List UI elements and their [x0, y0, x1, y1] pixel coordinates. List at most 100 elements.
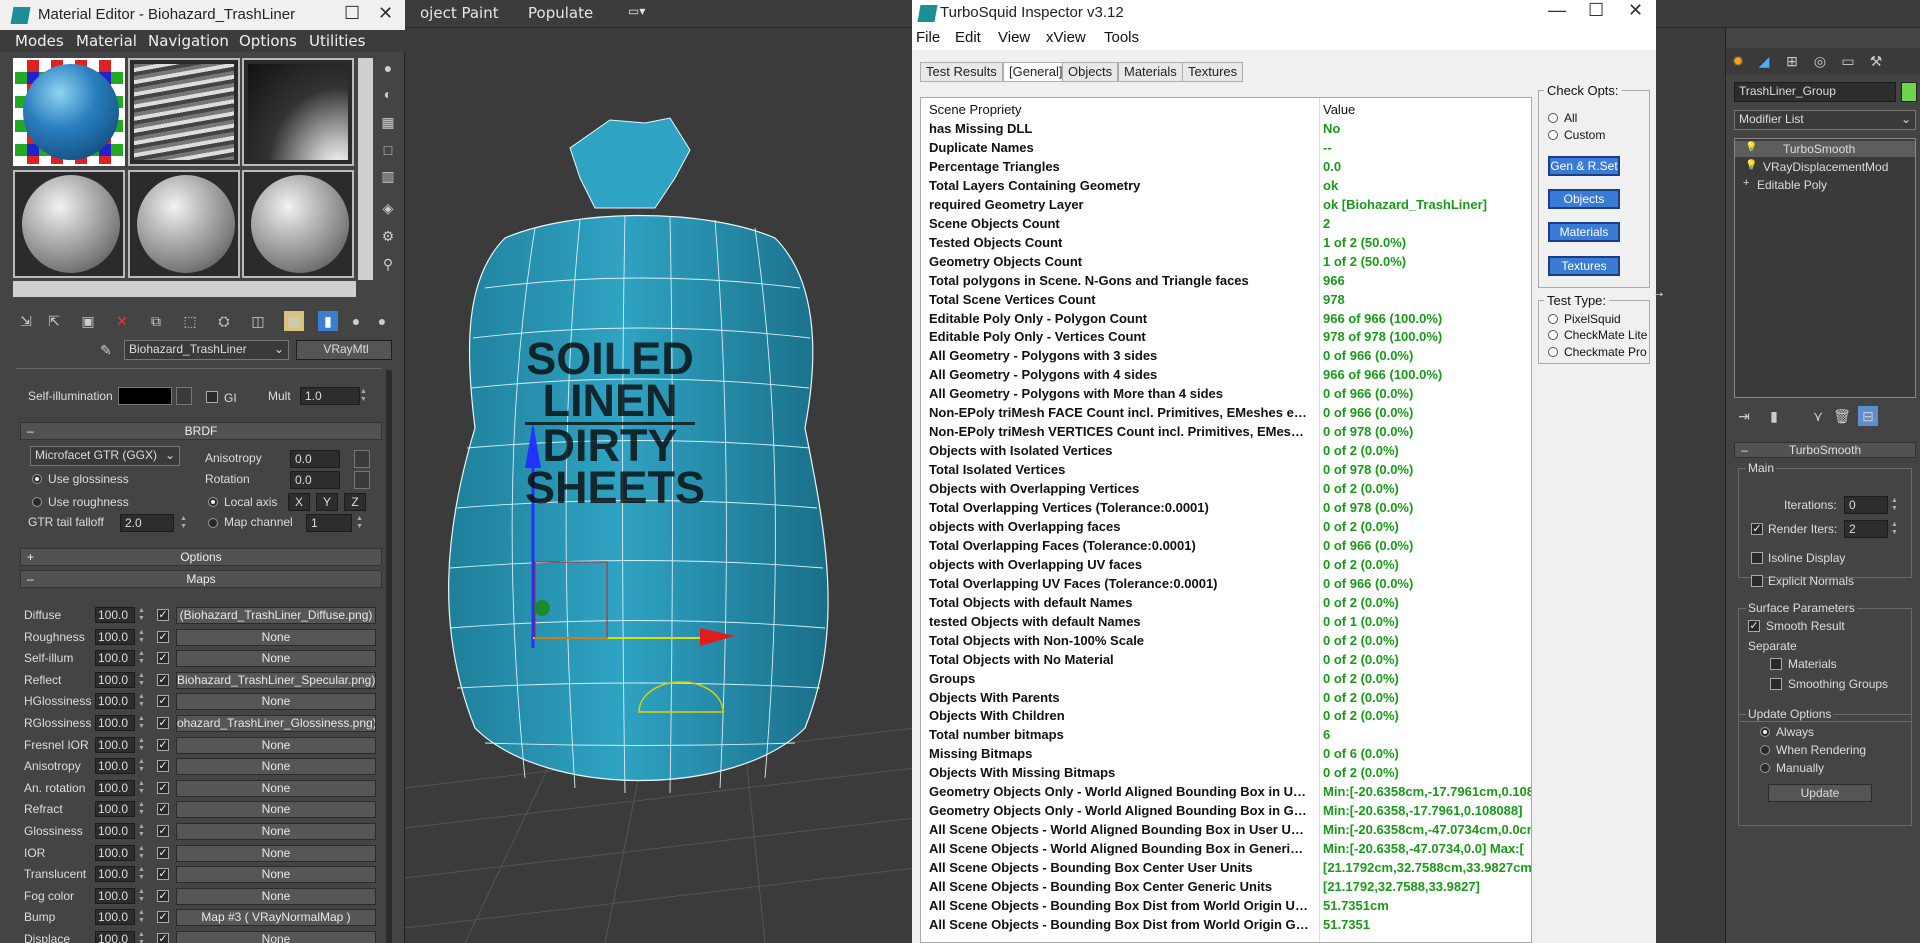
map-amount-input[interactable]: 100.0 — [95, 736, 135, 753]
sample-type-icon[interactable]: ● — [378, 58, 398, 78]
options-rollout[interactable]: + Options — [20, 548, 382, 566]
maximize-icon[interactable]: ☐ — [344, 3, 360, 24]
mult-input[interactable]: 1.0 — [300, 387, 360, 405]
spinner-icon[interactable]: ▲ ▼ — [138, 888, 146, 904]
use-glossiness-radio[interactable] — [32, 474, 42, 484]
stack-item-editable-poly[interactable]: + Editable Poly — [1735, 177, 1915, 193]
self-illum-map-button[interactable] — [176, 387, 192, 405]
grid-row[interactable]: Geometry Objects Count 1 of 2 (50.0%) — [921, 252, 1531, 271]
grid-row[interactable]: Non-EPoly triMesh VERTICES Count incl. P… — [921, 422, 1531, 441]
grid-row[interactable]: All Geometry - Polygons with 3 sides 0 of… — [921, 346, 1531, 365]
show-map-icon[interactable]: ◫ — [248, 311, 268, 331]
explicit-normals-checkbox[interactable] — [1751, 575, 1763, 587]
update-rendering-radio[interactable] — [1760, 745, 1770, 755]
grid-row[interactable]: required Geometry Layer ok [Biohazard_Tra… — [921, 195, 1531, 214]
map-slot-button[interactable]: None — [176, 931, 376, 943]
stack-item-turbosmooth[interactable]: 💡 TurboSmooth — [1735, 141, 1915, 157]
grid-row[interactable]: Objects with Overlapping Vertices 0 of 2 … — [921, 479, 1531, 498]
make-unique-icon[interactable]: ⋎ — [1808, 406, 1828, 426]
checkmate-pro-radio[interactable] — [1548, 347, 1558, 357]
spinner-icon[interactable]: ▲ ▼ — [1891, 521, 1899, 537]
iterations-input[interactable]: 0 — [1844, 496, 1888, 514]
axis-x-button[interactable]: X — [288, 493, 310, 511]
configure-sets-icon[interactable]: ⊟ — [1858, 406, 1878, 426]
go-sibling-icon[interactable]: ● — [372, 311, 392, 331]
check-custom-radio[interactable] — [1548, 130, 1558, 140]
object-name-field[interactable]: TrashLiner_Group — [1734, 82, 1896, 102]
sample-slot-6[interactable] — [242, 170, 354, 278]
map-slot-button[interactable]: None — [176, 866, 376, 884]
grid-row[interactable]: Percentage Triangles 0.0 — [921, 157, 1531, 176]
map-enable-checkbox[interactable]: ✓ — [157, 609, 169, 621]
grid-row[interactable]: Tested Objects Count 1 of 2 (50.0%) — [921, 233, 1531, 252]
select-by-material-icon[interactable]: ⚲ — [378, 254, 398, 274]
map-enable-checkbox[interactable]: ✓ — [157, 652, 169, 665]
map-amount-input[interactable]: 100.0 — [95, 931, 135, 943]
update-button[interactable]: Update — [1768, 784, 1872, 802]
scene-properties-grid[interactable]: Scene Propriety Value has Missing DLL No D… — [920, 97, 1532, 943]
map-enable-checkbox[interactable]: ✓ — [157, 803, 169, 816]
anisotropy-map-button[interactable] — [354, 450, 370, 468]
grid-row[interactable]: Total Overlapping Vertices (Tolerance:0.… — [921, 498, 1531, 517]
spinner-icon[interactable]: ▲ ▼ — [138, 629, 146, 645]
menu-modes[interactable]: Modes — [15, 32, 64, 50]
materials-button[interactable]: Materials — [1548, 222, 1620, 242]
display-icon[interactable]: ▭▾ — [628, 4, 645, 18]
show-shaded-icon[interactable]: ▩ — [284, 311, 304, 331]
smoothing-groups-checkbox[interactable] — [1770, 678, 1782, 690]
map-slot-button[interactable]: None — [176, 650, 376, 668]
background-icon[interactable]: ▦ — [378, 112, 398, 132]
grid-row[interactable]: Objects With Parents 0 of 2 (0.0%) — [921, 688, 1531, 707]
make-preview-icon[interactable]: ◈ — [378, 198, 398, 218]
grid-row[interactable]: Total Overlapping Faces (Tolerance:0.000… — [921, 536, 1531, 555]
object-color-swatch[interactable] — [1901, 82, 1917, 102]
map-enable-checkbox[interactable]: ✓ — [157, 825, 169, 837]
spinner-icon[interactable]: ▲ ▼ — [138, 693, 146, 709]
tab-general[interactable]: [General] — [1003, 62, 1069, 82]
reset-map-icon[interactable]: ✕ — [112, 311, 132, 331]
grid-row[interactable]: Objects with Isolated Vertices 0 of 2 (0.… — [921, 441, 1531, 460]
material-type-button[interactable]: VRayMtl — [296, 340, 392, 360]
menu-object-paint[interactable]: oject Paint — [420, 4, 499, 22]
map-amount-input[interactable]: 100.0 — [95, 607, 135, 623]
map-enable-checkbox[interactable]: ✓ — [157, 673, 169, 686]
map-slot-button[interactable]: Map #3 ( VRayNormalMap ) — [176, 909, 376, 927]
map-slot-button[interactable]: Biohazard_TrashLiner_Specular.png) — [176, 671, 376, 689]
spinner-icon[interactable]: ▲ ▼ — [138, 607, 146, 623]
show-end-result-icon[interactable]: ▮ — [1764, 406, 1784, 426]
close-icon[interactable]: ✕ — [378, 3, 393, 24]
menu-material[interactable]: Material — [76, 32, 137, 50]
menu-options[interactable]: Options — [239, 32, 297, 50]
grid-row[interactable]: Total Objects with default Names 0 of 2 (… — [921, 593, 1531, 612]
spinner-icon[interactable]: ▲ ▼ — [138, 931, 146, 943]
pin-stack-icon[interactable]: ⇥ — [1734, 406, 1754, 426]
backlight-icon[interactable]: ◐ — [378, 84, 398, 104]
grid-row[interactable]: Objects With Missing Bitmaps 0 of 2 (0.0%… — [921, 763, 1531, 782]
sample-slot-5[interactable] — [128, 170, 240, 278]
map-slot-button[interactable]: None — [176, 628, 376, 646]
map-amount-input[interactable]: 100.0 — [95, 715, 135, 731]
utilities-tab-icon[interactable]: ⚒ — [1866, 51, 1886, 71]
sample-slot-2[interactable] — [128, 58, 240, 166]
map-enable-checkbox[interactable]: ✓ — [157, 889, 169, 902]
grid-row[interactable]: objects with Overlapping faces 0 of 2 (0.… — [921, 517, 1531, 536]
map-slot-button[interactable]: None — [176, 758, 376, 776]
map-amount-input[interactable]: 100.0 — [95, 693, 135, 710]
menu-utilities[interactable]: Utilities — [309, 32, 365, 50]
map-amount-input[interactable]: 100.0 — [95, 823, 135, 839]
sample-slot-4[interactable] — [13, 170, 125, 278]
minimize-icon[interactable]: — — [1548, 0, 1566, 21]
grid-row[interactable]: objects with Overlapping UV faces 0 of 2 … — [921, 555, 1531, 574]
spinner-icon[interactable]: ▲ ▼ — [138, 801, 146, 817]
column-header-property[interactable]: Scene Propriety — [929, 100, 1309, 119]
gtr-input[interactable]: 2.0 — [120, 514, 174, 532]
map-enable-checkbox[interactable]: ✓ — [157, 781, 169, 794]
stack-item-vraydisplacementmod[interactable]: 💡 VRayDisplacementMod — [1735, 159, 1915, 175]
spinner-icon[interactable]: ▲ ▼ — [138, 672, 146, 688]
render-iters-checkbox[interactable]: ✓ — [1751, 523, 1763, 535]
go-parent-icon[interactable]: ● — [346, 311, 366, 331]
brdf-type-dropdown[interactable]: Microfacet GTR (GGX) ⌄ — [30, 446, 180, 466]
map-slot-button[interactable]: None — [176, 779, 376, 797]
material-id-icon[interactable]: ⛭ — [214, 311, 234, 331]
spinner-icon[interactable]: ▲ ▼ — [138, 758, 146, 774]
